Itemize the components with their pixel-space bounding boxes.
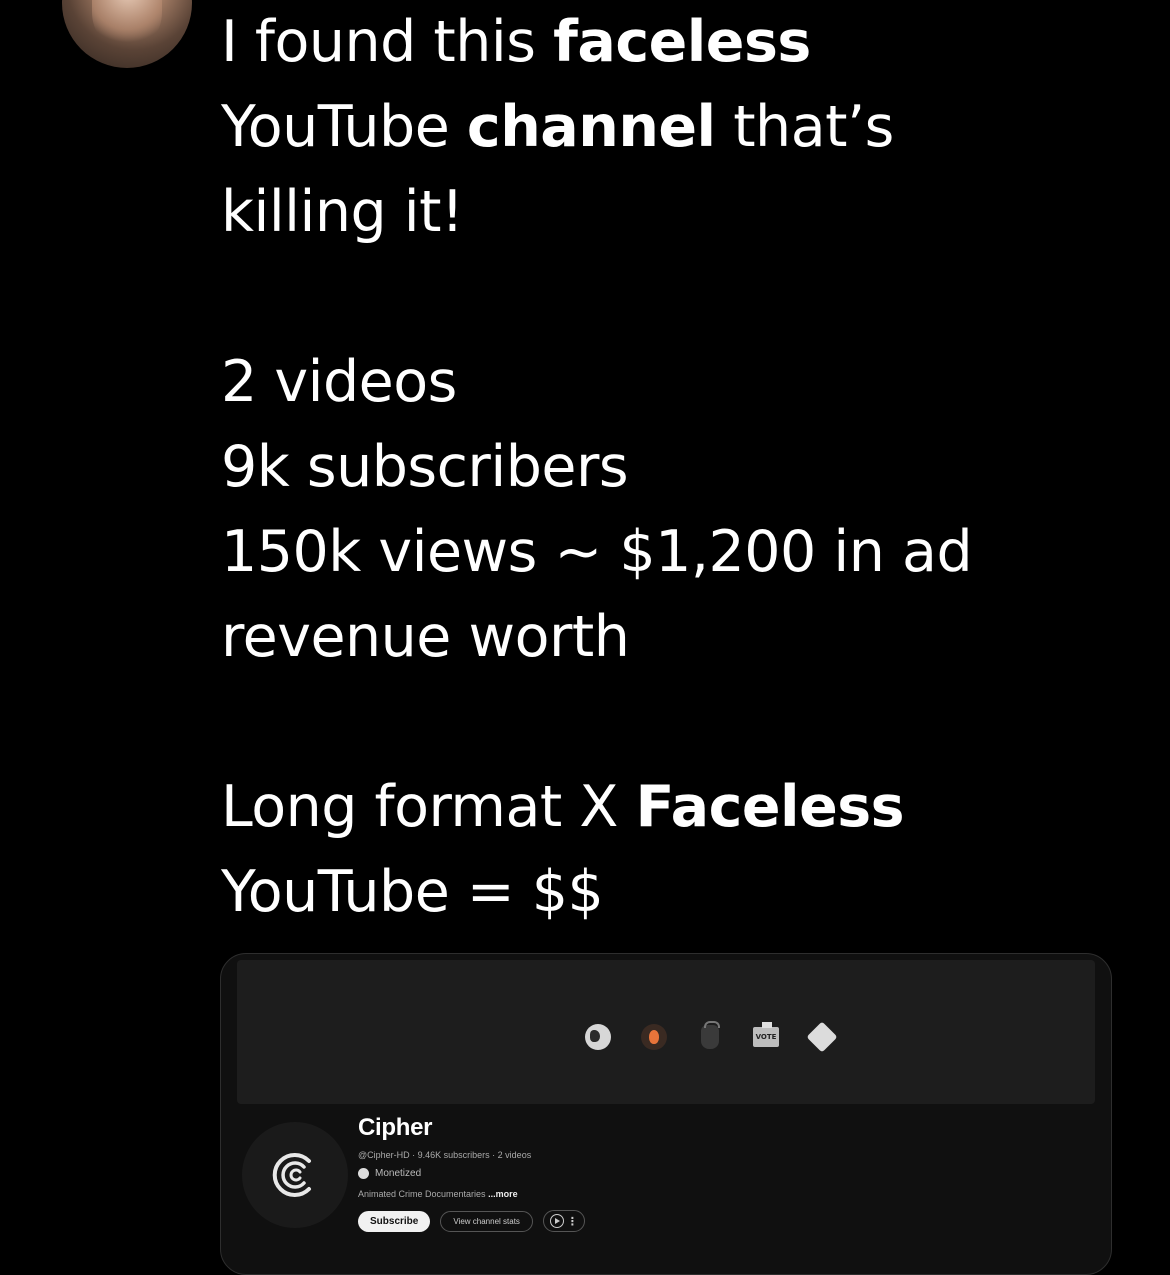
bold-text: channel xyxy=(466,94,716,160)
banner-icons: VOTE xyxy=(585,1021,838,1053)
post-line: revenue worth xyxy=(221,604,630,670)
channel-logo[interactable] xyxy=(242,1122,348,1228)
post-text: I found this faceless YouTube channel th… xyxy=(221,0,1121,935)
fire-icon xyxy=(641,1024,667,1050)
post-line: I found this faceless xyxy=(221,9,811,75)
channel-actions: Subscribe View channel stats ⋮ xyxy=(358,1210,585,1232)
vote-box-icon: VOTE xyxy=(753,1022,779,1047)
more-actions-button[interactable]: ⋮ xyxy=(542,1210,585,1232)
play-icon xyxy=(549,1214,564,1228)
attached-image-card[interactable]: VOTE Cipher @Cipher-HD · 9.46K subscribe… xyxy=(220,953,1112,1275)
kettlebell-icon xyxy=(701,1021,720,1049)
post-line: killing it! xyxy=(221,179,464,245)
channel-meta: @Cipher-HD · 9.46K subscribers · 2 video… xyxy=(358,1150,532,1160)
ticket-icon xyxy=(806,1021,838,1053)
channel-description: Animated Crime Documentaries ...more xyxy=(358,1189,518,1199)
post-line: YouTube channel that’s xyxy=(221,94,894,160)
channel-name: Cipher xyxy=(358,1114,433,1141)
post-line: 150k views ~ $1,200 in ad xyxy=(221,519,973,585)
view-channel-stats-button[interactable]: View channel stats xyxy=(440,1210,533,1232)
user-avatar[interactable] xyxy=(62,0,192,68)
more-vert-icon: ⋮ xyxy=(566,1214,578,1228)
globe-icon xyxy=(585,1024,611,1050)
monetized-icon xyxy=(358,1168,369,1179)
more-link[interactable]: ...more xyxy=(488,1189,518,1199)
post-line: YouTube = $$ xyxy=(221,859,604,925)
monetized-status: Monetized xyxy=(358,1168,421,1179)
bold-text: faceless xyxy=(553,9,811,75)
post-line: 9k subscribers xyxy=(221,434,629,500)
channel-banner: VOTE xyxy=(237,960,1095,1104)
post-line: 2 videos xyxy=(221,349,457,415)
bold-text: Faceless xyxy=(635,774,905,840)
post-line: Long format X Faceless xyxy=(221,774,905,840)
subscribe-button[interactable]: Subscribe xyxy=(358,1210,431,1232)
cipher-logo-icon xyxy=(272,1153,311,1197)
